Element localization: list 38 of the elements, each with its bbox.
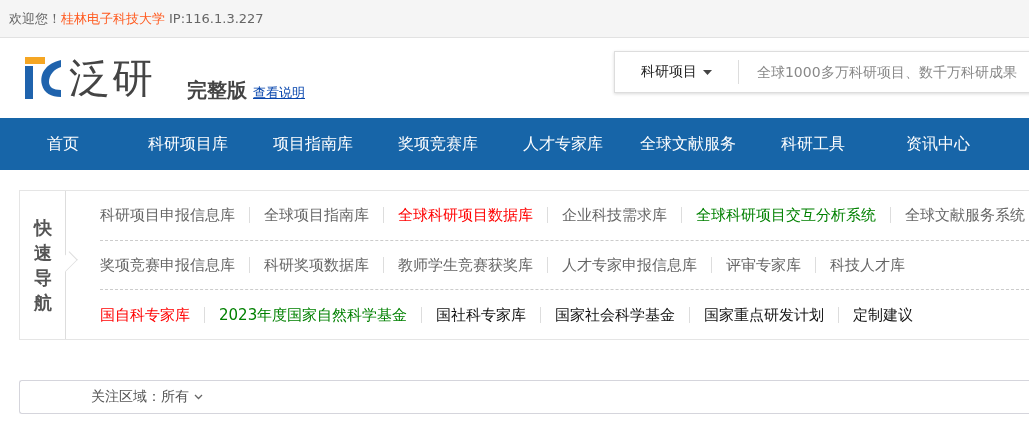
nav-item[interactable]: 人才专家库 <box>500 118 625 170</box>
quick-nav-title: 快速导航 <box>33 215 52 316</box>
quick-link[interactable]: 定制建议 <box>838 306 928 323</box>
nav-item[interactable]: 全球文献服务 <box>625 118 750 170</box>
nav-item[interactable]: 科研工具 <box>750 118 875 170</box>
quick-link[interactable]: 全球文献服务系统 <box>890 207 1029 224</box>
quick-link[interactable]: 国社科专家库 <box>421 306 541 323</box>
greeting-text: 欢迎您！ <box>9 9 61 28</box>
nav-item[interactable]: 奖项竞赛库 <box>375 118 500 170</box>
category-dropdown[interactable]: 科研项目 <box>615 63 738 81</box>
nav-item[interactable]: 资讯中心 <box>875 118 1000 170</box>
edition-label: 完整版 <box>187 77 247 104</box>
region-filter-dropdown[interactable]: 关注区域：所有 <box>91 388 203 406</box>
quick-link[interactable]: 人才专家申报信息库 <box>547 257 711 273</box>
quick-link[interactable]: 国家重点研发计划 <box>689 306 839 323</box>
quick-link[interactable]: 奖项竞赛申报信息库 <box>100 257 249 273</box>
chevron-down-icon <box>194 394 203 400</box>
quick-link[interactable]: 全球科研项目交互分析系统 <box>681 207 890 224</box>
nav-item[interactable]: 首页 <box>0 118 125 170</box>
quick-link[interactable]: 2023年度国家自然科学基金 <box>204 306 422 323</box>
quick-link[interactable]: 国家社会科学基金 <box>540 306 690 323</box>
quick-link[interactable]: 国自科专家库 <box>100 306 204 323</box>
quick-link[interactable]: 企业科技需求库 <box>547 207 681 224</box>
help-link[interactable]: 查看说明 <box>253 84 305 102</box>
logo-icon <box>25 57 63 99</box>
logo-text: 泛研 <box>69 54 155 102</box>
search-field[interactable]: 全球1000多万科研项目、数千万科研成果 <box>756 64 1029 80</box>
quick-link[interactable]: 评审专家库 <box>711 257 815 273</box>
quick-link[interactable]: 科研奖项数据库 <box>249 257 383 273</box>
quick-link[interactable]: 全球项目指南库 <box>249 207 383 224</box>
ip-text: IP:116.1.3.227 <box>169 11 264 26</box>
caret-icon <box>703 69 712 75</box>
quick-link[interactable]: 全球科研项目数据库 <box>383 207 547 224</box>
quick-link[interactable]: 科技人才库 <box>815 257 919 273</box>
quick-link[interactable]: 科研项目申报信息库 <box>100 207 249 224</box>
quick-link[interactable]: 教师学生竞赛获奖库 <box>383 257 547 273</box>
nav-item[interactable]: 项目指南库 <box>250 118 375 170</box>
nav-item[interactable]: 科研项目库 <box>125 118 250 170</box>
